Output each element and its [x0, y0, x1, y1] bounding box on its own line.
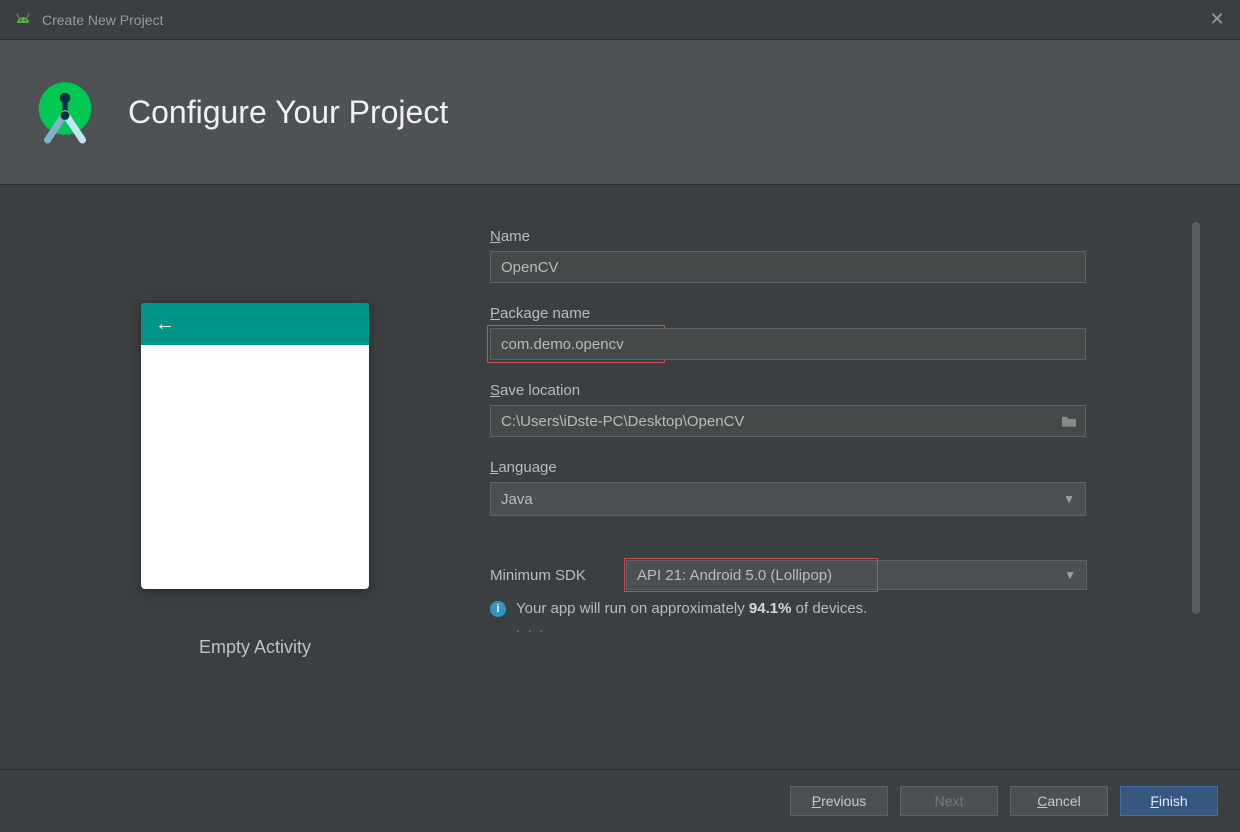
language-field-group: Language Java ▼: [490, 459, 1170, 516]
phone-preview: ←: [141, 303, 369, 589]
language-select[interactable]: Java ▼: [490, 482, 1086, 516]
min-sdk-select[interactable]: API 21: Android 5.0 (Lollipop) ▼: [626, 560, 1087, 590]
android-studio-logo-icon: [30, 77, 100, 147]
chevron-down-icon: ▼: [1063, 492, 1075, 506]
save-label: Save location: [490, 382, 1170, 399]
min-sdk-label: Minimum SDK: [490, 567, 626, 584]
next-button: Next: [900, 786, 998, 816]
template-preview-pane: ← Empty Activity: [40, 228, 470, 769]
finish-button[interactable]: Finish: [1120, 786, 1218, 816]
chevron-down-icon: ▼: [1064, 568, 1076, 582]
save-location-input[interactable]: [490, 405, 1086, 437]
cancel-button[interactable]: Cancel: [1010, 786, 1108, 816]
name-input[interactable]: [490, 251, 1086, 283]
android-icon: [14, 11, 32, 29]
wizard-footer: Previous Next Cancel Finish: [0, 769, 1240, 832]
min-sdk-value: API 21: Android 5.0 (Lollipop): [637, 567, 832, 584]
browse-folder-icon[interactable]: [1060, 414, 1078, 428]
info-icon: i: [490, 601, 506, 617]
previous-button[interactable]: Previous: [790, 786, 888, 816]
name-label: Name: [490, 228, 1170, 245]
wizard-header: Configure Your Project: [0, 40, 1240, 185]
page-title: Configure Your Project: [128, 94, 448, 131]
titlebar: Create New Project ✕: [0, 0, 1240, 40]
min-sdk-row: Minimum SDK API 21: Android 5.0 (Lollipo…: [490, 560, 1170, 590]
name-field-group: Name: [490, 228, 1170, 283]
close-icon[interactable]: ✕: [1208, 10, 1226, 28]
template-name: Empty Activity: [199, 637, 311, 658]
save-field-group: Save location: [490, 382, 1170, 437]
preview-appbar: ←: [141, 303, 369, 345]
form-pane: Name Package name Save location Language: [470, 228, 1200, 769]
device-coverage-info: i Your app will run on approximately 94.…: [490, 600, 1170, 617]
content-area: ← Empty Activity Name Package name Save …: [0, 186, 1240, 769]
language-label: Language: [490, 459, 1170, 476]
package-field-group: Package name: [490, 305, 1170, 360]
scrollbar[interactable]: [1192, 222, 1200, 614]
package-label: Package name: [490, 305, 1170, 322]
package-input[interactable]: [490, 328, 1086, 360]
back-arrow-icon: ←: [155, 313, 175, 336]
window-title: Create New Project: [42, 12, 163, 28]
language-value: Java: [501, 491, 533, 508]
help-link[interactable]: . . .: [516, 619, 1170, 635]
